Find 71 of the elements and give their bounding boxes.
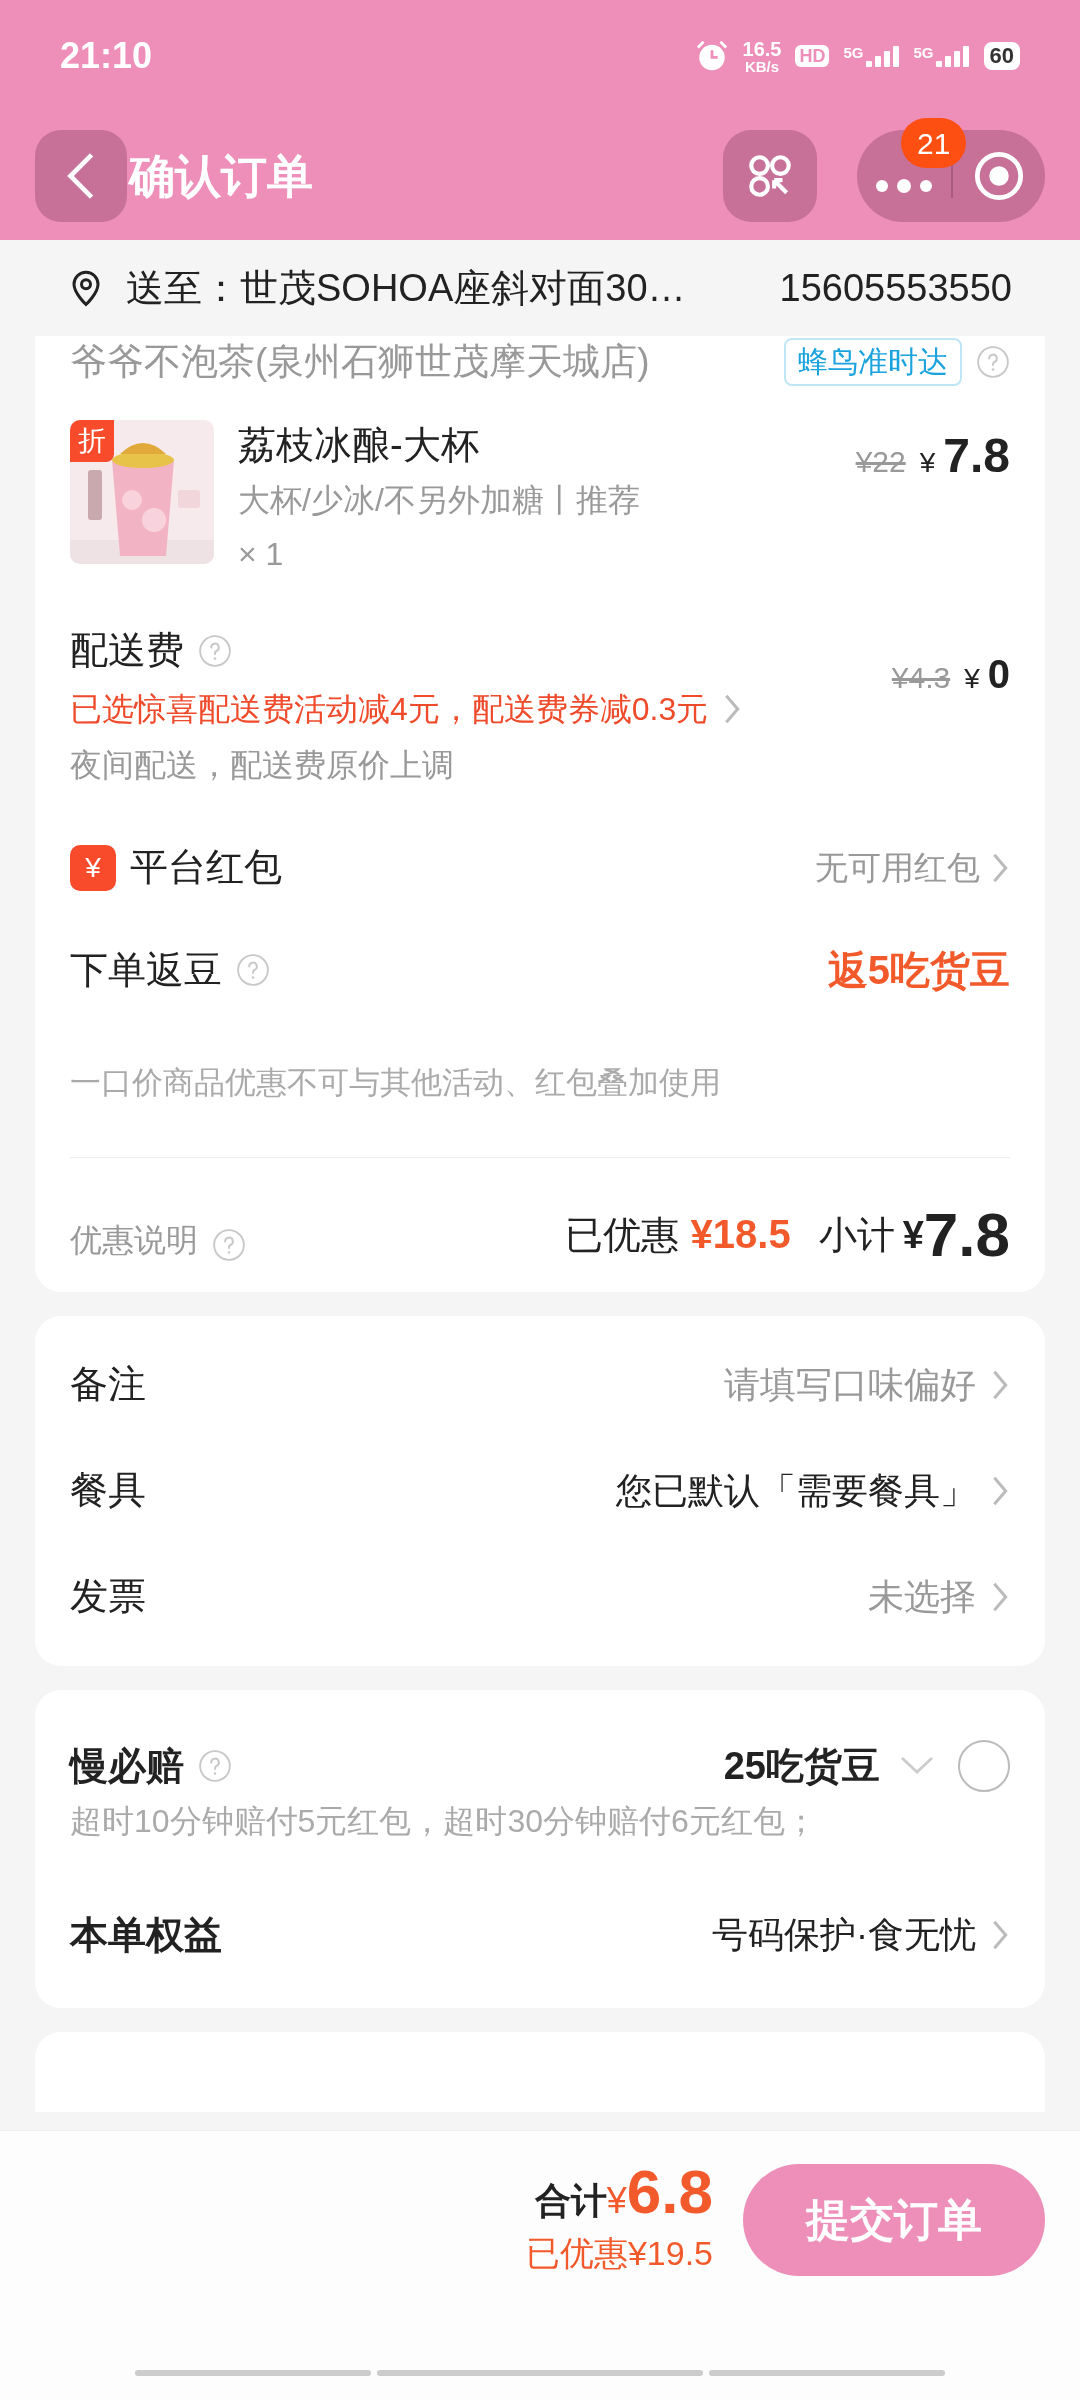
network-speed: 16.5 xyxy=(742,38,782,59)
total-saved: 已优惠¥19.5 xyxy=(525,2233,713,2274)
discount-badge: 折 xyxy=(70,420,114,462)
coupon-status[interactable]: 无可用红包 xyxy=(815,842,980,893)
saved-amount: ¥18.5 xyxy=(690,1210,791,1258)
beans-label: 下单返豆 xyxy=(70,947,222,993)
option-label: 备注 xyxy=(70,1362,146,1407)
back-button[interactable] xyxy=(35,130,127,222)
compensation-beans: 25吃货豆 xyxy=(723,1743,880,1789)
currency-symbol: ¥ xyxy=(919,446,936,480)
help-icon[interactable] xyxy=(212,1227,246,1262)
signal-icon xyxy=(935,45,970,67)
option-value[interactable]: 未选择 xyxy=(868,1569,976,1624)
product-options: 大杯/少冰/不另外加糖丨推荐 xyxy=(238,476,856,524)
currency-symbol: ¥ xyxy=(902,1212,924,1256)
delivery-note: 夜间配送，配送费原价上调 xyxy=(70,746,455,785)
help-icon[interactable] xyxy=(236,953,270,987)
delivery-fee-label: 配送费 xyxy=(70,628,184,673)
option-label: 发票 xyxy=(70,1574,146,1619)
speed-unit: KB/s xyxy=(744,58,780,74)
help-icon[interactable] xyxy=(198,633,232,668)
network-type: 5G xyxy=(913,45,934,60)
option-value[interactable]: 请填写口味偏好 xyxy=(724,1357,976,1412)
help-icon[interactable] xyxy=(198,1749,232,1783)
platform-coupon-label: 平台红包 xyxy=(130,845,282,890)
clock: 21:10 xyxy=(60,34,153,78)
product-price: 7.8 xyxy=(943,428,1010,484)
total-label: 合计 xyxy=(534,2179,607,2223)
alarm-icon xyxy=(694,39,729,73)
chevron-right-icon xyxy=(990,1918,1010,1952)
record-icon xyxy=(973,150,1025,202)
hd-indicator: HD xyxy=(795,44,830,68)
product-quantity: × 1 xyxy=(238,535,285,574)
discount-info-label: 优惠说明 xyxy=(70,1220,198,1260)
page-title: 确认订单 xyxy=(129,148,313,204)
coupon-icon: ¥ xyxy=(70,844,116,891)
notification-badge: 21 xyxy=(901,118,967,168)
option-label: 餐具 xyxy=(70,1468,146,1513)
subtotal-amount: 7.8 xyxy=(923,1203,1010,1266)
mini-program-button[interactable] xyxy=(723,130,817,222)
delivery-tag: 蜂鸟准时达 xyxy=(784,338,962,386)
benefits-value[interactable]: 号码保护·食无忧 xyxy=(712,1908,976,1962)
currency-symbol: ¥ xyxy=(606,2179,627,2223)
beans-reward: 返5吃货豆 xyxy=(827,947,1010,994)
network-type: 5G xyxy=(843,45,864,60)
address-label: 送至： xyxy=(126,265,240,311)
store-name: 爷爷不泡茶(泉州石狮世茂摩天城店) xyxy=(70,340,650,385)
original-delivery-fee: ¥4.3 xyxy=(891,660,951,696)
original-price: ¥22 xyxy=(855,444,906,480)
currency-symbol: ¥ xyxy=(964,662,980,696)
more-button[interactable] xyxy=(875,179,933,193)
delivery-address: 世茂SOHOA座斜对面30… xyxy=(240,265,686,311)
slow-compensation-label: 慢必赔 xyxy=(70,1743,184,1789)
signal-icon xyxy=(865,45,900,67)
option-value[interactable]: 您已默认「需要餐具」 xyxy=(616,1463,976,1518)
saved-label: 已优惠 xyxy=(564,1212,679,1258)
notice-text: 一口价商品优惠不可与其他活动、红包叠加使用 xyxy=(70,1060,1010,1158)
compensation-description: 超时10分钟赔付5元红包，超时30分钟赔付6元红包； xyxy=(70,1801,818,1841)
delivery-fee: 0 xyxy=(987,651,1010,698)
product-name: 荔枝冰酿-大杯 xyxy=(238,423,480,468)
delivery-promo[interactable]: 已选惊喜配送费活动减4元，配送费券减0.3元 xyxy=(70,685,709,733)
phone-number: 15605553550 xyxy=(779,265,1012,311)
total-amount: 6.8 xyxy=(626,2161,713,2223)
subtotal-label: 小计 xyxy=(818,1212,895,1258)
benefits-label: 本单权益 xyxy=(70,1912,222,1958)
chevron-down-icon[interactable] xyxy=(900,1756,934,1776)
back-icon xyxy=(66,151,96,201)
submit-order-button[interactable]: 提交订单 xyxy=(743,2164,1045,2276)
compensation-checkbox[interactable] xyxy=(958,1740,1010,1792)
battery-indicator: 60 xyxy=(983,42,1020,70)
help-icon[interactable] xyxy=(976,345,1010,379)
